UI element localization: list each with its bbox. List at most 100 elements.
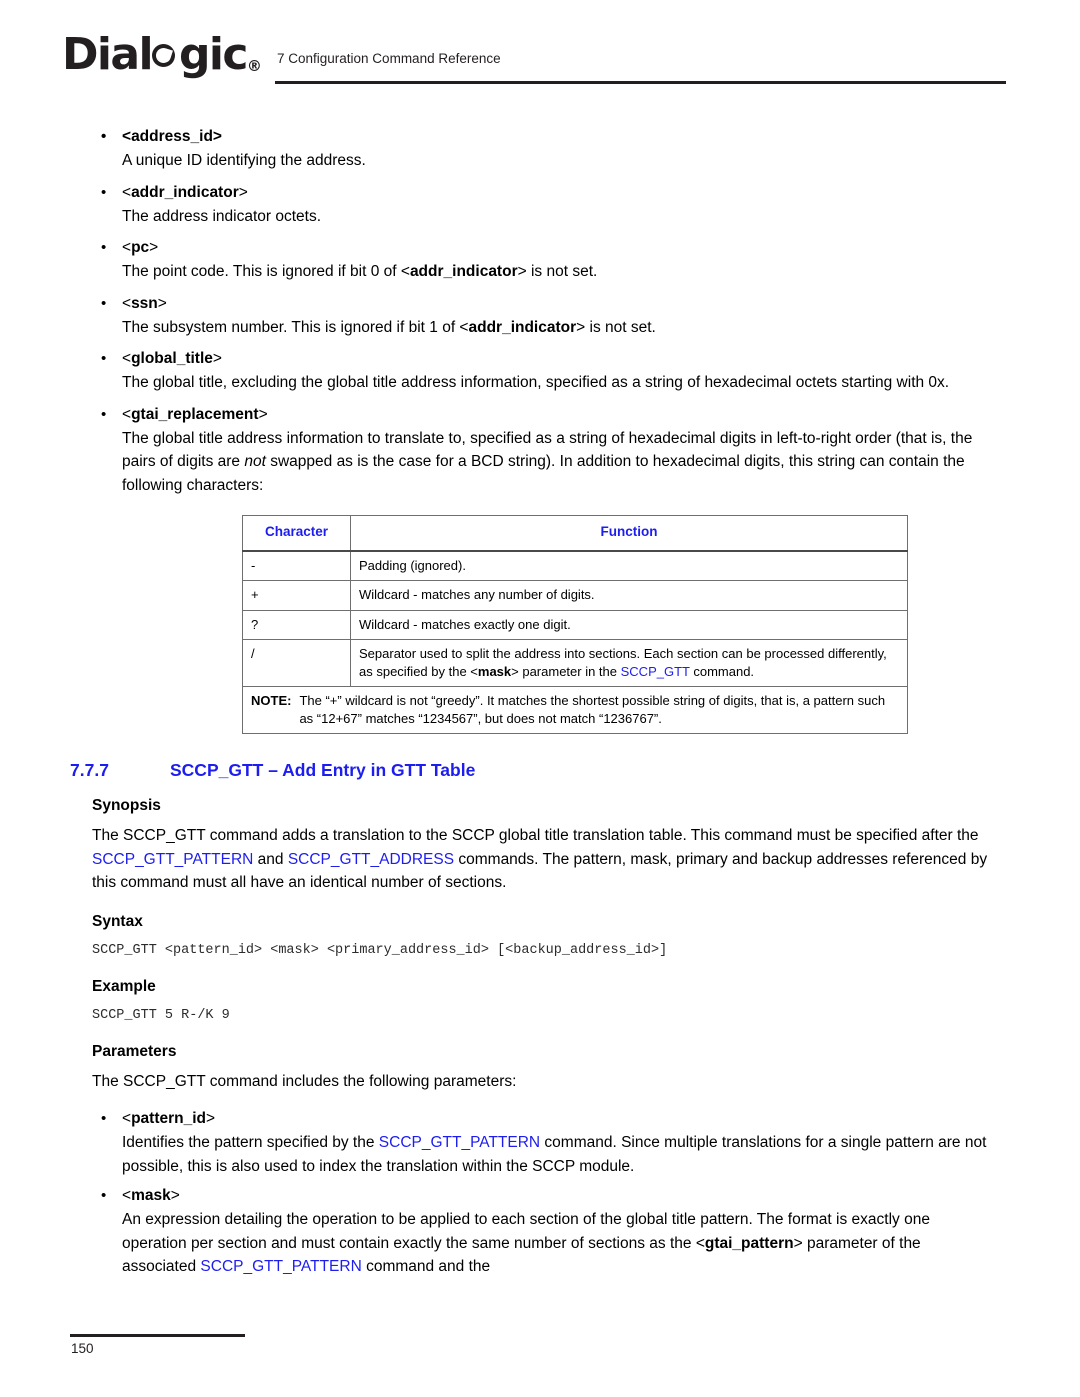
list-item: • <ssn> The subsystem number. This is ign… (0, 292, 1080, 340)
parameter-description: The global title address information to … (122, 427, 1080, 498)
footer-divider (70, 1334, 245, 1337)
inline-parameter-ref: addr_indicator (468, 318, 577, 336)
address-parameter-list: • <address_id> A unique ID identifying th… (0, 125, 1080, 497)
cell-function: Separator used to split the address into… (350, 639, 908, 687)
registered-trademark-icon: ® (246, 57, 262, 75)
cross-reference-link[interactable]: SCCP_GTT_ADDRESS (288, 851, 454, 868)
cell-character: + (242, 580, 351, 611)
parameter-description: A unique ID identifying the address. (122, 152, 366, 169)
parameter-name: gtai_replacement (131, 405, 259, 423)
parameter-term: • <mask> (101, 1184, 1080, 1207)
table-row: + Wildcard - matches any number of digit… (242, 580, 908, 611)
page-content: • <address_id> A unique ID identifying th… (0, 125, 1080, 1285)
angle-bracket-close: > (157, 294, 167, 312)
list-item: • <mask> An expression detailing the oper… (0, 1184, 1080, 1279)
parameter-name: mask (131, 1187, 171, 1204)
parameter-term: • <global_title> (101, 347, 1080, 370)
bullet-dot-icon: • (101, 183, 107, 201)
parameter-name: address_id (131, 128, 213, 145)
cell-character: ? (242, 609, 351, 640)
cross-reference-link[interactable]: SCCP_GTT_PATTERN (200, 1258, 361, 1275)
example-code-block: SCCP_GTT 5 R-/K 9 (92, 1007, 230, 1023)
command-parameter-list: • <pattern_id> Identifies the pattern spe… (0, 1107, 1080, 1279)
parameter-name: addr_indicator (131, 183, 239, 201)
column-header-character: Character (242, 515, 351, 552)
cell-text: command. (689, 663, 755, 679)
parameter-description: Identifies the pattern specified by the … (122, 1131, 1080, 1178)
parameters-heading: Parameters (92, 1042, 177, 1060)
parameter-term: • <pattern_id> (101, 1107, 1080, 1130)
list-item: • <global_title> The global title, exclud… (0, 347, 1080, 395)
syntax-code-block: SCCP_GTT <pattern_id> <mask> <primary_ad… (92, 942, 668, 958)
note-label: NOTE: (251, 693, 292, 708)
parameters-intro-paragraph: The SCCP_GTT command includes the follow… (92, 1072, 517, 1090)
parameter-description: The address indicator octets. (122, 207, 322, 225)
cell-function: Padding (ignored). (350, 550, 908, 581)
section-number: 7.7.7 (70, 760, 109, 780)
parameter-description: An expression detailing the operation to… (122, 1208, 1080, 1279)
bullet-dot-icon: • (101, 1110, 107, 1127)
logo-text-head: Dial (62, 29, 154, 80)
paragraph-text: and (253, 850, 288, 868)
bullet-dot-icon: • (101, 405, 107, 423)
bullet-dot-icon: • (101, 1187, 107, 1204)
bullet-dot-icon: • (101, 128, 107, 145)
angle-bracket-open: < (122, 350, 132, 367)
page-header: Dial gic® 7 Configuration Command Referen… (0, 0, 1080, 100)
parameter-name: pc (131, 239, 150, 256)
desc-text: > is not set. (576, 318, 656, 336)
angle-bracket-open: < (122, 1187, 132, 1204)
parameter-description: The point code. This is ignored if bit 0… (122, 260, 1080, 284)
logo-stylized-o-icon (151, 44, 179, 71)
cross-reference-link[interactable]: SCCP_GTT_PATTERN (379, 1134, 540, 1151)
parameter-description: The subsystem number. This is ignored if… (122, 316, 1080, 340)
parameter-name: ssn (131, 294, 158, 312)
character-function-table: Character Function - Padding (ignored). … (242, 515, 908, 734)
inline-parameter-ref: gtai_pattern (704, 1234, 794, 1252)
example-heading: Example (92, 977, 156, 995)
character-function-table-wrapper: Character Function - Padding (ignored). … (242, 515, 908, 734)
cell-function: Wildcard - matches any number of digits. (350, 580, 908, 611)
cell-note: NOTE: The “+” wildcard is not “greedy”. … (242, 686, 908, 734)
cell-function: Wildcard - matches exactly one digit. (350, 609, 908, 640)
synopsis-paragraph: The SCCP_GTT command adds a translation … (0, 824, 1080, 895)
syntax-heading: Syntax (92, 912, 143, 930)
cell-character: - (242, 550, 351, 581)
angle-bracket-close: > (170, 1187, 180, 1204)
angle-bracket-close: > (258, 405, 268, 423)
header-chapter-title: 7 Configuration Command Reference (277, 51, 501, 66)
parameter-term: • <address_id> (101, 125, 1080, 148)
synopsis-heading: Synopsis (92, 797, 161, 814)
table-header-row: Character Function (242, 515, 908, 552)
angle-bracket-open: < (122, 183, 132, 201)
note-text: The “+” wildcard is not “greedy”. It mat… (299, 693, 886, 726)
list-item: • <address_id> A unique ID identifying th… (0, 125, 1080, 173)
angle-bracket-open: < (122, 239, 132, 256)
table-row: - Padding (ignored). (242, 550, 908, 581)
angle-bracket-close: > (212, 128, 222, 145)
parameter-term: • <addr_indicator> (101, 181, 1080, 204)
cell-text: > parameter in the (511, 663, 621, 679)
angle-bracket-close: > (212, 350, 222, 367)
parameter-term: • <pc> (101, 236, 1080, 259)
cross-reference-link[interactable]: SCCP_GTT_PATTERN (92, 851, 253, 868)
angle-bracket-close: > (238, 183, 248, 201)
angle-bracket-open: < (122, 128, 132, 145)
angle-bracket-open: < (122, 1110, 132, 1127)
logo-text-tail: gic (178, 29, 248, 80)
desc-text: command and the (361, 1258, 491, 1275)
angle-bracket-open: < (122, 294, 132, 312)
desc-text: The point code. This is ignored if bit 0… (122, 263, 410, 280)
parameter-term: • <ssn> (101, 292, 1080, 315)
section-title: SCCP_GTT – Add Entry in GTT Table (170, 760, 476, 780)
table-note-row: NOTE: The “+” wildcard is not “greedy”. … (242, 686, 908, 734)
desc-text: > is not set. (517, 263, 598, 280)
column-header-function: Function (350, 515, 908, 552)
list-item: • <gtai_replacement> The global title add… (0, 403, 1080, 498)
parameter-description: The global title, excluding the global t… (122, 374, 950, 391)
inline-parameter-ref: mask (477, 663, 512, 679)
section-heading: 7.7.7 SCCP_GTT – Add Entry in GTT Table (0, 760, 1080, 781)
cross-reference-link[interactable]: SCCP_GTT (621, 664, 690, 679)
page-number: 150 (71, 1341, 94, 1356)
angle-bracket-close: > (206, 1110, 216, 1127)
